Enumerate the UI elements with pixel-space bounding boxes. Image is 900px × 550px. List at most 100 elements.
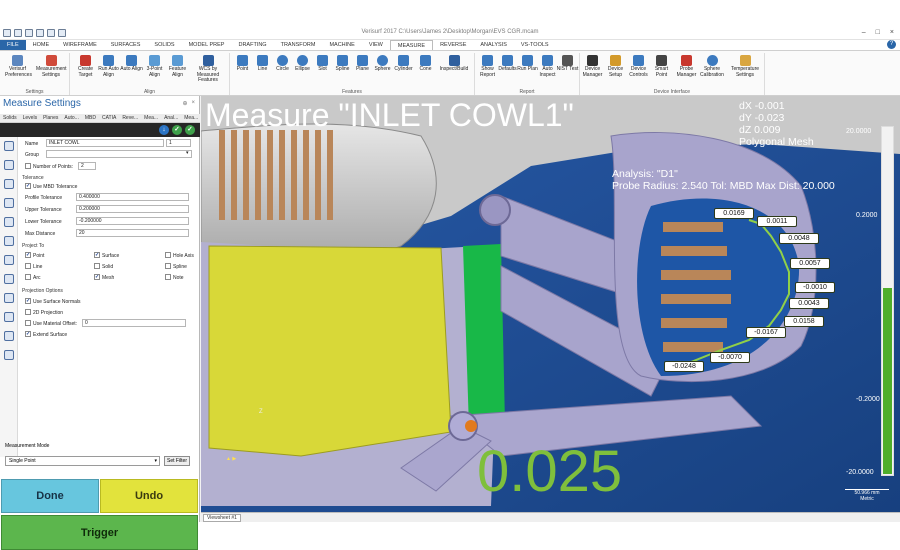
tab-vs-tools[interactable]: VS-TOOLS — [514, 40, 556, 50]
create-target-button[interactable]: Create Target — [73, 55, 98, 78]
project-hole-axis-checkbox[interactable] — [165, 252, 171, 258]
wcs-by-features-button[interactable]: WCS by Measured Features — [190, 55, 226, 84]
temperature-settings-button[interactable]: Temperature Settings — [728, 55, 762, 78]
ptab-measure-2[interactable]: Mea... — [181, 114, 201, 122]
ptab-planes[interactable]: Planes — [40, 114, 61, 122]
measurement-mode-select[interactable]: Single Point ▾ — [5, 456, 160, 466]
cone-mode-icon[interactable] — [4, 293, 14, 303]
minimize-button[interactable]: – — [862, 29, 866, 36]
project-arc-label: Arc — [33, 275, 41, 281]
tab-machine[interactable]: MACHINE — [322, 40, 361, 50]
verisurf-preferences-button[interactable]: Verisurf Preferences — [5, 55, 32, 78]
tab-surfaces[interactable]: SURFACES — [104, 40, 148, 50]
help-icon[interactable]: ? — [887, 40, 896, 49]
material-offset-checkbox[interactable] — [25, 320, 31, 326]
profile-tolerance-input[interactable]: 0.400000 — [76, 193, 189, 201]
tab-analysis[interactable]: ANALYSIS — [473, 40, 514, 50]
extend-surface-checkbox[interactable]: ✓ — [25, 331, 31, 337]
viewsheet-tab[interactable]: Viewsheet #1 — [203, 514, 241, 522]
ptab-catia[interactable]: CATIA — [99, 114, 119, 122]
project-arc-checkbox[interactable] — [25, 274, 31, 280]
smart-point-button[interactable]: Smart Point — [649, 55, 674, 78]
project-hole-axis-label: Hole Axis — [173, 253, 194, 259]
close-button[interactable]: × — [890, 29, 894, 36]
tab-drafting[interactable]: DRAFTING — [231, 40, 273, 50]
max-distance-input[interactable]: 20 — [76, 229, 189, 237]
project-surface-checkbox[interactable]: ✓ — [94, 252, 100, 258]
plane-mode-icon[interactable] — [4, 236, 14, 246]
surface-normals-checkbox[interactable]: ✓ — [25, 298, 31, 304]
lower-tolerance-input[interactable]: -0.200000 — [76, 217, 189, 225]
undo-button[interactable]: Undo — [100, 479, 198, 513]
project-line-checkbox[interactable] — [25, 263, 31, 269]
ptab-analysis[interactable]: Anal... — [161, 114, 181, 122]
point-mode-icon[interactable] — [4, 141, 14, 151]
cylinder-mode-icon[interactable] — [4, 274, 14, 284]
device-manager-button[interactable]: Device Manager — [580, 55, 605, 78]
circle-mode-icon[interactable] — [4, 179, 14, 189]
deviation-flag: 0.0043 — [789, 298, 829, 309]
probe-manager-button[interactable]: Probe Manager — [674, 55, 699, 78]
tab-reverse[interactable]: REVERSE — [433, 40, 473, 50]
maximize-button[interactable]: □ — [876, 29, 880, 36]
ptab-reverse[interactable]: Reve... — [119, 114, 141, 122]
ptab-solids[interactable]: Solids — [0, 114, 20, 122]
project-spline-checkbox[interactable] — [165, 263, 171, 269]
tab-transform[interactable]: TRANSFORM — [274, 40, 323, 50]
project-point-checkbox[interactable]: ✓ — [25, 252, 31, 258]
group-dropdown-icon[interactable]: ▾ — [186, 150, 189, 156]
tab-measure[interactable]: MEASURE — [389, 40, 434, 50]
measurement-settings-button[interactable]: Measurement Settings — [36, 55, 67, 78]
num-points-input[interactable]: 2 — [78, 162, 96, 170]
auto-align-button[interactable]: Auto Align — [119, 55, 144, 73]
hole-mode-icon[interactable] — [4, 350, 14, 360]
apply-icon[interactable]: ↓ — [159, 125, 169, 135]
ptab-measure[interactable]: Mea... — [141, 114, 161, 122]
upper-tolerance-input[interactable]: 0.200000 — [76, 205, 189, 213]
ptab-levels[interactable]: Levels — [20, 114, 40, 122]
ok-confirm-icon[interactable]: ✓ — [185, 125, 195, 135]
device-setup-button[interactable]: Device Setup — [603, 55, 628, 78]
num-points-checkbox[interactable] — [25, 163, 31, 169]
tab-view[interactable]: VIEW — [362, 40, 390, 50]
feature-cone-button[interactable]: Cone — [413, 55, 438, 73]
inspect-build-button[interactable]: Inspect/Build — [437, 55, 471, 73]
tab-wireframe[interactable]: WIREFRAME — [56, 40, 104, 50]
sphere-calibration-button[interactable]: Sphere Calibration — [697, 55, 727, 78]
defaults-icon — [502, 55, 513, 66]
sphere-mode-icon[interactable] — [4, 255, 14, 265]
edge-mode-icon[interactable] — [4, 331, 14, 341]
name-input[interactable]: INLET COWL — [46, 139, 164, 147]
tab-home[interactable]: HOME — [26, 40, 57, 50]
device-controls-button[interactable]: Device Controls — [626, 55, 651, 78]
ptab-mbd[interactable]: MBD — [82, 114, 99, 122]
done-button[interactable]: Done — [1, 479, 99, 513]
trigger-button[interactable]: Trigger — [1, 515, 198, 550]
slot-mode-icon[interactable] — [4, 198, 14, 208]
tab-model-prep[interactable]: MODEL PREP — [182, 40, 232, 50]
use-mbd-checkbox[interactable]: ✓ — [25, 183, 31, 189]
group-select[interactable] — [46, 150, 192, 158]
feature-align-button[interactable]: Feature Align — [165, 55, 190, 78]
project-mesh-checkbox[interactable]: ✓ — [94, 274, 100, 280]
name-number-input[interactable]: 1 — [166, 139, 191, 147]
three-point-align-button[interactable]: 3-Point Align — [142, 55, 167, 78]
projection-2d-checkbox[interactable] — [25, 309, 31, 315]
run-auto-align-button[interactable]: Run Auto Align — [96, 55, 121, 78]
ptab-auto[interactable]: Auto... — [61, 114, 81, 122]
panel-close-icon[interactable]: × — [191, 100, 195, 107]
project-solid-checkbox[interactable] — [94, 263, 100, 269]
surface-mode-icon[interactable] — [4, 312, 14, 322]
spline-mode-icon[interactable] — [4, 217, 14, 227]
ok-icon[interactable]: ✓ — [172, 125, 182, 135]
project-note-checkbox[interactable] — [165, 274, 171, 280]
set-filter-button[interactable]: Set Filter — [164, 456, 190, 466]
graphics-viewport[interactable]: Measure "INLET COWL1" dX -0.001 dY -0.02… — [201, 96, 900, 512]
nist-test-button[interactable]: NIST Test — [555, 55, 580, 73]
deviation-flag: -0.0167 — [746, 327, 786, 338]
line-mode-icon[interactable] — [4, 160, 14, 170]
tab-file[interactable]: FILE — [0, 40, 26, 50]
tab-solids[interactable]: SOLIDS — [147, 40, 181, 50]
pin-icon[interactable]: ⊕ — [182, 100, 187, 107]
material-offset-input[interactable]: 0 — [82, 319, 186, 327]
